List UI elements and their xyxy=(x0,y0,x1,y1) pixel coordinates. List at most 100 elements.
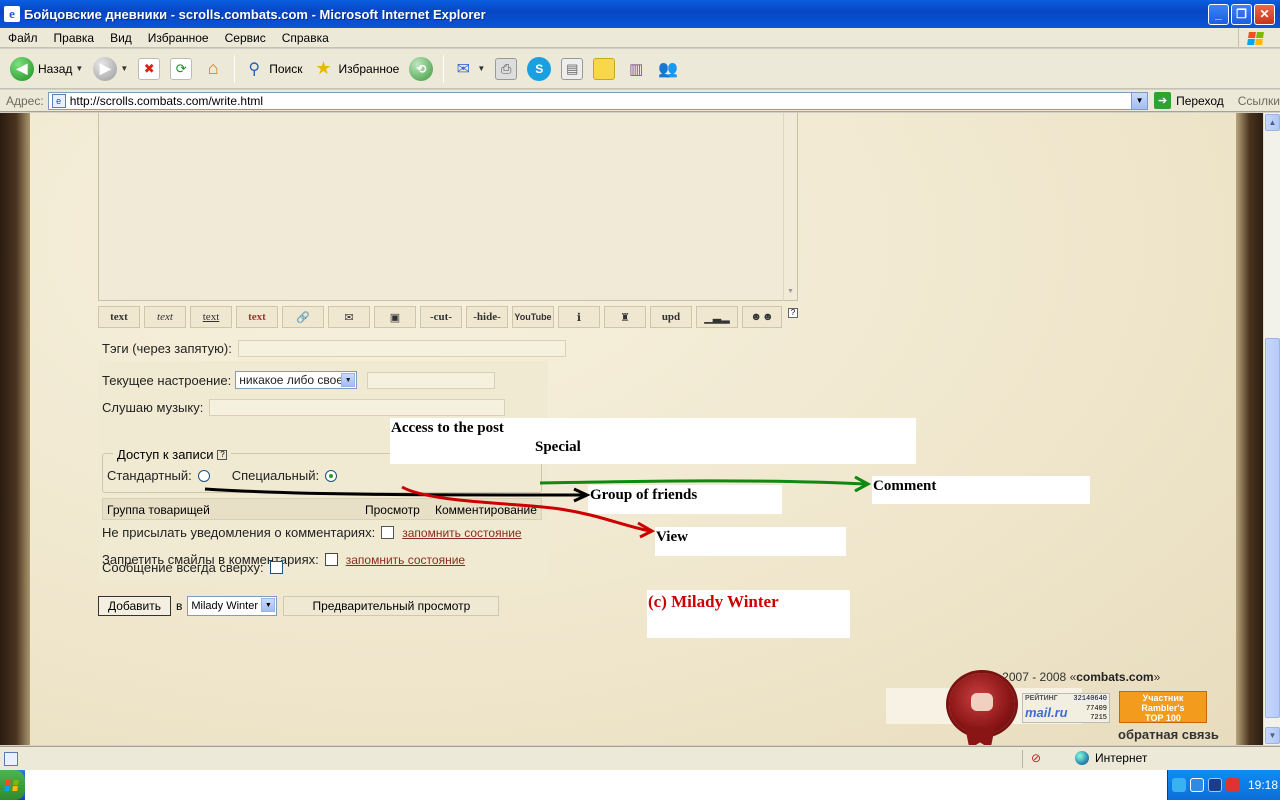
rambler-top100-badge[interactable]: Участник Rambler's TOP 100 xyxy=(1119,691,1207,723)
tray-network-icon[interactable] xyxy=(1190,778,1204,792)
underline-button[interactable]: text xyxy=(190,306,232,328)
tray-audio-icon[interactable] xyxy=(1208,778,1222,792)
close-button[interactable]: ✕ xyxy=(1254,3,1275,25)
tray-wireless-icon[interactable] xyxy=(1226,778,1240,792)
access-help-icon[interactable]: ? xyxy=(217,449,228,460)
access-legend: Доступ к записи ? xyxy=(113,447,232,462)
page-scrollbar[interactable]: ▲ ▼ xyxy=(1263,113,1280,745)
mail-dropdown-icon[interactable]: ▼ xyxy=(477,64,485,73)
search-button[interactable]: ⚲ Поиск xyxy=(239,52,306,86)
minimize-button[interactable]: _ xyxy=(1208,3,1229,25)
messenger-icon: 👥 xyxy=(658,60,679,78)
history-button[interactable]: ⟲ xyxy=(405,52,437,86)
group-row[interactable]: Группа товарищей Просмотр Комментировани… xyxy=(102,498,542,520)
tags-row: Тэги (через запятую): xyxy=(102,340,566,357)
mailru-hosts: 7215 xyxy=(1090,714,1107,722)
back-button[interactable]: ◀ Назад ▼ xyxy=(6,52,87,86)
stop-icon: ✖ xyxy=(138,57,161,80)
scroll-down-icon[interactable]: ▼ xyxy=(1265,727,1280,744)
skype-button[interactable]: S xyxy=(523,52,555,86)
links-button[interactable]: Ссылки xyxy=(1238,94,1280,108)
back-dropdown-icon[interactable]: ▼ xyxy=(75,64,83,73)
menu-file[interactable]: Файл xyxy=(0,31,46,45)
mood-select[interactable]: никакое либо свое ▼ xyxy=(235,371,358,389)
print-button[interactable]: ⎙ xyxy=(491,52,521,86)
messenger-button[interactable]: 👥 xyxy=(653,52,683,86)
toolbar: ◀ Назад ▼ ▶ ▼ ✖ ⟳ ⌂ ⚲ Поиск ★ Избранное … xyxy=(0,49,1280,89)
go-button[interactable]: ➔ Переход xyxy=(1154,92,1224,109)
youtube-button[interactable]: YouTube xyxy=(512,306,554,328)
address-dropdown-icon[interactable]: ▼ xyxy=(1131,92,1148,109)
image-button[interactable]: ▣ xyxy=(374,306,416,328)
upd-button[interactable]: upd xyxy=(650,306,692,328)
bold-button[interactable]: text xyxy=(98,306,140,328)
research-button[interactable]: ▥ xyxy=(621,52,651,86)
italic-button[interactable]: text xyxy=(144,306,186,328)
tray-clock[interactable]: 19:18 xyxy=(1248,778,1278,792)
access-options: Стандартный: Специальный: xyxy=(107,468,338,483)
go-label: Переход xyxy=(1176,93,1224,108)
tags-input[interactable] xyxy=(237,340,566,357)
mailru-daily: 77409 xyxy=(1085,705,1107,713)
refresh-button[interactable]: ⟳ xyxy=(166,52,196,86)
always-top-checkbox[interactable] xyxy=(269,561,283,574)
menu-help[interactable]: Справка xyxy=(274,31,337,45)
home-button[interactable]: ⌂ xyxy=(198,52,228,86)
maximize-button[interactable]: ❐ xyxy=(1231,3,1252,25)
feedback-link[interactable]: обратная связь xyxy=(1118,727,1219,742)
hide-button[interactable]: -hide- xyxy=(466,306,508,328)
mailru-counter[interactable]: РЕЙТИНГ 32140640 mail.ru 77409 7215 xyxy=(1022,693,1110,723)
info-button[interactable]: ℹ xyxy=(558,306,600,328)
forward-button[interactable]: ▶ ▼ xyxy=(89,52,132,86)
link-button[interactable]: 🔗 xyxy=(282,306,324,328)
mailru-total: 32140640 xyxy=(1073,695,1107,703)
address-input[interactable]: e http://scrolls.combats.com/write.html … xyxy=(47,91,1149,110)
no-smiles-checkbox[interactable] xyxy=(324,553,338,566)
smiles-button[interactable]: ☻☻ xyxy=(742,306,782,328)
character-button[interactable]: ♜ xyxy=(604,306,646,328)
parchment-right-edge xyxy=(1236,113,1263,745)
text-area-scrollbar[interactable]: ▼ xyxy=(783,113,797,301)
no-notify-remember-link[interactable]: запомнить состояние xyxy=(402,526,521,540)
edit-button[interactable]: ▤ xyxy=(557,52,587,86)
add-button[interactable]: Добавить xyxy=(98,596,171,616)
music-input[interactable] xyxy=(209,399,506,416)
copyright-site[interactable]: combats.com xyxy=(1076,670,1153,684)
special-radio[interactable] xyxy=(325,469,338,482)
no-smiles-remember-link[interactable]: запомнить состояние xyxy=(346,553,465,567)
menu-edit[interactable]: Правка xyxy=(46,31,103,45)
color-text-button[interactable]: text xyxy=(236,306,278,328)
menu-favorites[interactable]: Избранное xyxy=(140,31,217,45)
annotation-copyright: (c) Milady Winter xyxy=(647,590,850,638)
scroll-up-icon[interactable]: ▲ xyxy=(1265,114,1280,131)
poll-button[interactable]: ▁▃▂ xyxy=(696,306,738,328)
standard-radio[interactable] xyxy=(197,469,210,482)
tray-skype-icon[interactable] xyxy=(1172,778,1186,792)
mail-button[interactable]: ✉ ▼ xyxy=(448,52,489,86)
menu-tools[interactable]: Сервис xyxy=(217,31,274,45)
menu-view[interactable]: Вид xyxy=(102,31,140,45)
email-button[interactable]: ✉ xyxy=(328,306,370,328)
stop-button[interactable]: ✖ xyxy=(134,52,164,86)
info-scroll-icon: ℹ xyxy=(576,311,582,324)
mood-custom-input[interactable] xyxy=(367,371,496,389)
submit-row: Добавить в Milady Winter ▼ Предварительн… xyxy=(98,596,500,616)
favorites-button[interactable]: ★ Избранное xyxy=(309,52,404,86)
notes-button[interactable] xyxy=(589,52,619,86)
privacy-icon[interactable]: ⊘ xyxy=(1031,751,1041,765)
annotation-special: Special xyxy=(535,439,581,455)
address-url[interactable]: http://scrolls.combats.com/write.html xyxy=(70,94,263,108)
text-area-scroll-down-icon[interactable]: ▼ xyxy=(784,288,797,301)
forward-dropdown-icon[interactable]: ▼ xyxy=(120,64,128,73)
cut-button[interactable]: -cut- xyxy=(420,306,462,328)
journal-select[interactable]: Milady Winter ▼ xyxy=(187,596,278,616)
no-notify-checkbox[interactable] xyxy=(381,526,395,539)
window-title: Бойцовские дневники - scrolls.combats.co… xyxy=(24,6,486,22)
start-button[interactable] xyxy=(0,770,25,800)
post-text-area[interactable]: ▼ xyxy=(98,113,798,301)
seal-fist-icon xyxy=(971,693,993,711)
preview-button[interactable]: Предварительный просмотр xyxy=(283,596,500,616)
format-help-icon[interactable]: ? xyxy=(788,308,798,318)
scroll-thumb[interactable] xyxy=(1265,338,1280,718)
status-bar: ⊘ Интернет xyxy=(0,746,1280,770)
